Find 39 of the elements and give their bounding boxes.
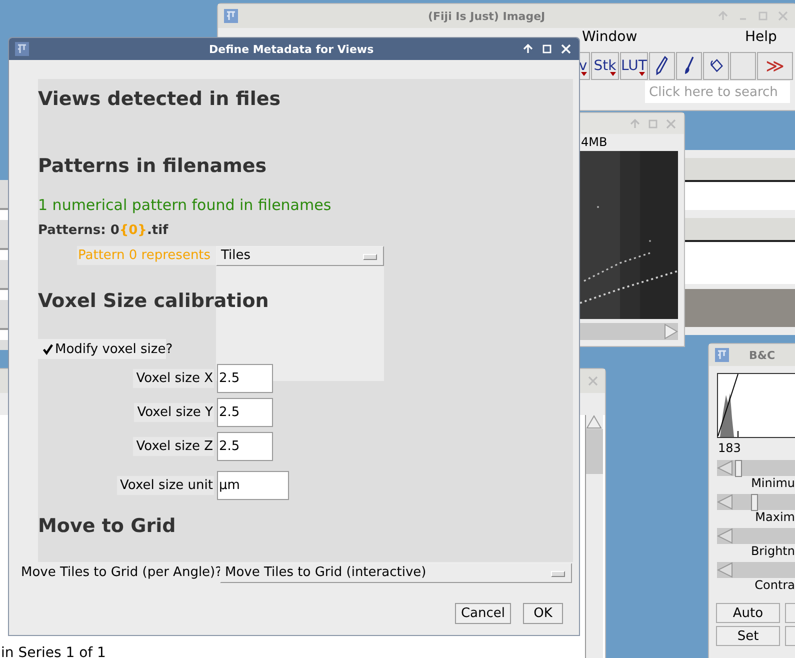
toolbar-menu-button[interactable]: LUT — [620, 52, 648, 80]
slider-label: Minimu — [750, 476, 795, 491]
input-field[interactable]: 2.5 — [217, 364, 273, 393]
min-value: 183 — [718, 441, 742, 457]
dialog-button[interactable]: OK — [523, 603, 563, 624]
slider-label: Contra — [754, 578, 795, 593]
section-heading: Patterns in filenames — [38, 154, 267, 178]
window-button[interactable]: Auto — [716, 603, 780, 623]
input-field[interactable]: 2.5 — [217, 432, 273, 461]
checkbox-label: Modify voxel size? — [55, 342, 173, 356]
field-label: Pattern 0 represents — [77, 246, 216, 265]
input-field[interactable]: 2.5 — [217, 398, 273, 427]
field-label: Voxel size Z — [133, 437, 214, 456]
menu-item[interactable]: Help — [745, 29, 777, 45]
field-label: Move Tiles to Grid (per Angle)? — [21, 565, 219, 580]
more-tools-button[interactable]: ≫ — [757, 52, 793, 80]
section-heading: Move to Grid — [38, 514, 177, 538]
window-title: B&C — [749, 348, 776, 362]
patterns-text: Patterns: 0{0}.tif — [38, 222, 168, 240]
dialog-button[interactable]: Cancel — [454, 603, 511, 624]
toolbar-menu-button[interactable]: Stk — [591, 52, 619, 80]
log-text: in Series 1 of 1 — [1, 645, 106, 658]
section-heading: Voxel Size calibration — [38, 289, 269, 313]
slider-label: Brightn — [750, 544, 795, 559]
dropdown[interactable]: Tiles — [216, 246, 384, 266]
search-field[interactable]: Click here to search — [645, 81, 790, 103]
section-heading: Views detected in files — [38, 87, 282, 111]
dropdown[interactable]: Move Tiles to Grid (interactive) — [220, 562, 572, 582]
window-button[interactable]: Set — [716, 626, 780, 646]
menu-item[interactable]: Window — [582, 29, 638, 45]
slider-label: Maxim — [754, 510, 795, 525]
field-label: Voxel size unit — [117, 476, 214, 495]
pattern-status: 1 numerical pattern found in filenames — [38, 196, 332, 214]
window-title: Define Metadata for Views — [209, 42, 374, 56]
input-field[interactable]: µm — [217, 471, 289, 500]
field-label: Voxel size Y — [134, 403, 214, 422]
window-title: (Fiji Is Just) ImageJ — [428, 10, 546, 22]
image-info: 4MB — [580, 134, 608, 150]
field-label: Voxel size X — [133, 369, 214, 388]
